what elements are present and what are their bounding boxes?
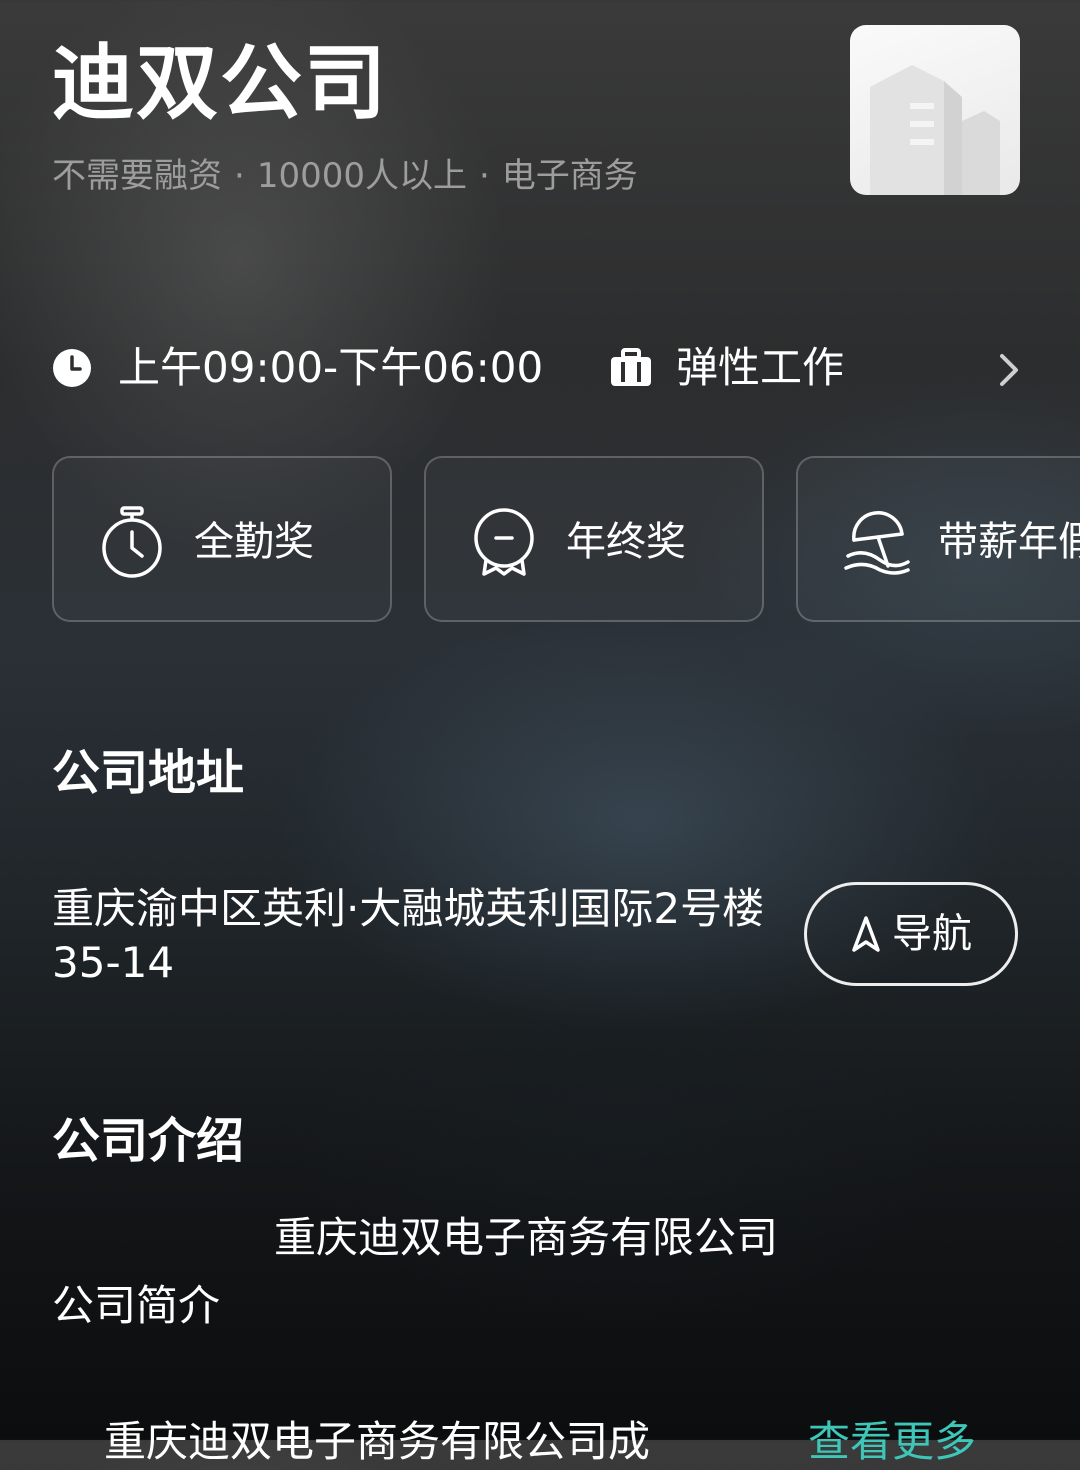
funding-status: 不需要融资: [52, 156, 222, 196]
company-logo[interactable]: [850, 25, 1020, 195]
company-size: 10000人以上: [256, 156, 467, 196]
intro-subheading: 公司简介: [52, 1281, 221, 1330]
meta-separator: ·: [478, 156, 490, 196]
benefit-label: 带薪年假: [938, 519, 1080, 565]
work-hours-row[interactable]: 上午09:00-下午06:00 弹性工作: [52, 338, 1032, 402]
intro-snippet: 重庆迪双电子商务有限公司成: [104, 1417, 651, 1466]
beach-umbrella-icon: [844, 511, 910, 575]
navigation-label: 导航: [892, 911, 972, 957]
meta-separator: ·: [234, 156, 245, 196]
work-hours: 上午09:00-下午06:00: [118, 343, 544, 392]
benefit-label: 年终奖: [566, 519, 686, 565]
address-section-title: 公司地址: [52, 745, 245, 801]
stopwatch-icon: [102, 506, 162, 578]
benefit-card-year-end-bonus[interactable]: 年终奖: [424, 456, 764, 622]
clock-icon: [53, 349, 91, 387]
navigation-icon: [852, 916, 880, 952]
briefcase-icon: [611, 348, 651, 386]
benefit-card-paid-leave[interactable]: 带薪年假: [796, 456, 1080, 622]
building-icon: [870, 65, 1000, 195]
intro-company-name: 重庆迪双电子商务有限公司: [274, 1213, 779, 1262]
chevron-right-icon: [1000, 354, 1018, 386]
company-industry: 电子商务: [501, 156, 638, 196]
view-more-link[interactable]: 查看更多: [808, 1414, 976, 1470]
company-name: 迪双公司: [52, 36, 389, 131]
benefit-label: 全勤奖: [194, 519, 314, 565]
navigation-button[interactable]: 导航: [804, 882, 1018, 986]
intro-section-title: 公司介绍: [52, 1113, 245, 1169]
company-address: 重庆渝中区英利·大融城英利国际2号楼35-14: [52, 884, 765, 987]
work-mode: 弹性工作: [676, 343, 845, 392]
medal-icon: [474, 508, 534, 576]
company-meta: 不需要融资 · 10000人以上 · 电子商务: [52, 152, 638, 200]
benefit-card-attendance[interactable]: 全勤奖: [52, 456, 392, 622]
